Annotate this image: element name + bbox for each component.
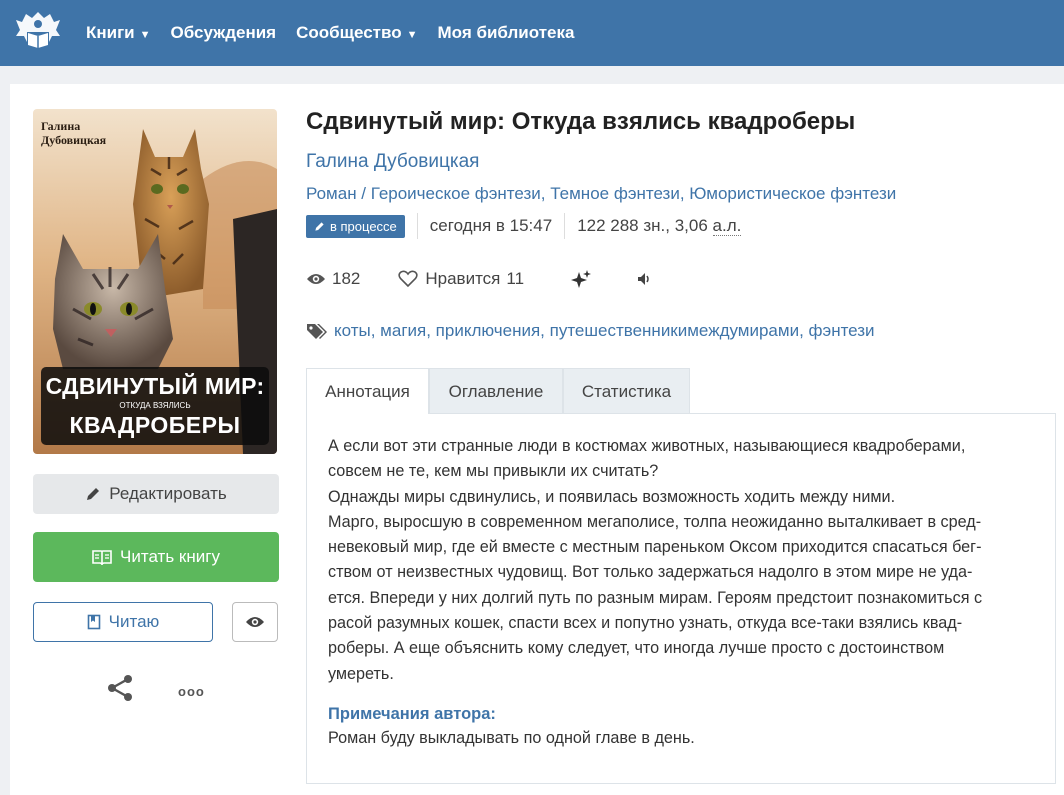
cover-title-line3: КВАДРОБЕРЫ [69,412,241,438]
book-size-unit: а.л. [712,216,742,236]
speaker-icon [638,273,649,285]
tag-link[interactable]: путешественникимеждумирами [550,321,799,341]
tab-contents[interactable]: Оглавление [429,368,563,414]
share-icon[interactable] [106,674,134,702]
updated-time: сегодня в 15:47 [429,216,553,235]
genre-form-link[interactable]: Роман [306,184,357,203]
genre-link[interactable]: Юмористическое фэнтези [689,184,896,203]
cover-author-first: Галина [41,119,81,133]
genre-link[interactable]: Темное фэнтези [550,184,680,203]
open-book-icon [92,549,112,565]
author-notes-heading: Примечания автора: [328,704,496,723]
tab-statistics-label: Статистика [581,381,672,401]
status-badge-label: в процессе [330,218,397,234]
tag-link[interactable]: приключения [436,321,540,341]
book-stats: 182 Нравится 11 [306,266,652,292]
book-size: 122 288 зн., 3,06 а.л. [577,216,742,236]
book-meta: в процессе сегодня в 15:47 122 288 зн., … [306,212,742,240]
like-button[interactable]: Нравится 11 [398,269,524,289]
watch-button[interactable] [232,602,278,642]
tag-link[interactable]: магия [380,321,426,341]
annotation-panel: А если вот эти странные люди в костюмах … [306,413,1056,784]
site-logo-icon[interactable] [14,10,62,56]
annotation-text: А если вот эти странные люди в костюмах … [328,437,983,683]
book-tabs: Аннотация Оглавление Статистика [306,368,690,415]
top-navbar: Книги ▼ Обсуждения Сообщество ▼ Моя библио… [0,0,1064,66]
nav-books-label: Книги [86,23,135,42]
heart-icon [398,270,419,288]
cover-author-last: Дубовицкая [41,133,107,147]
edit-button-label: Редактировать [109,484,227,503]
meta-divider [564,213,566,239]
genres-line: Роман / Героическое фэнтези, Темное фэнт… [306,184,897,203]
nav-discussions[interactable]: Обсуждения [171,23,277,43]
genre-separator: / [356,184,371,203]
nav-community-label: Сообщество [296,23,402,42]
tab-statistics[interactable]: Статистика [563,368,690,414]
author-notes-text: Роман буду выкладывать по одной главе в … [328,728,695,747]
views-counter: 182 [306,269,360,289]
nav-community[interactable]: Сообщество ▼ [296,23,417,43]
book-cover[interactable]: Галина Дубовицкая СДВИНУТЫЙ МИР: ОТКУДА … [33,109,277,454]
tab-annotation-label: Аннотация [325,381,410,401]
reading-status-button[interactable]: Читаю [33,602,213,642]
status-badge: в процессе [306,214,405,238]
tag-link[interactable]: фэнтези [809,321,875,341]
edit-button[interactable]: Редактировать [33,474,279,514]
eye-icon [307,274,325,284]
tags-icon [307,324,327,339]
likes-label: Нравится [425,269,501,288]
meta-divider [416,213,418,239]
cover-title: СДВИНУТЫЙ МИР: ОТКУДА ВЗЯЛИСЬ КВАДРОБЕРЫ [41,367,269,445]
tab-annotation[interactable]: Аннотация [306,368,429,415]
views-count: 182 [332,269,361,288]
read-book-label: Читать книгу [120,547,220,566]
cover-title-line2: ОТКУДА ВЗЯЛИСЬ [119,401,191,410]
reading-status-label: Читаю [108,612,160,631]
tags-line: коты, магия, приключения, путешественник… [306,318,875,344]
cover-title-line1: СДВИНУТЫЙ МИР: [45,373,265,399]
main-nav: Книги ▼ Обсуждения Сообщество ▼ Моя библио… [86,0,574,66]
book-title: Сдвинутый мир: Откуда взялись квадроберы [306,108,856,135]
cover-author: Галина Дубовицкая [41,119,106,147]
nav-discussions-label: Обсуждения [170,23,277,42]
more-options-button[interactable]: ooo [178,684,205,699]
eye-icon [245,615,265,629]
more-options-label: ooo [178,684,205,699]
nav-my-library[interactable]: Моя библиотека [438,23,575,43]
audio-button[interactable] [636,271,652,287]
nav-books[interactable]: Книги ▼ [86,23,151,43]
read-book-button[interactable]: Читать книгу [33,532,279,582]
pencil-icon [315,221,324,231]
pencil-icon [85,486,101,502]
bookmark-icon [87,614,101,630]
likes-count: 11 [506,269,525,288]
book-size-chars: 122 288 зн., 3,06 [577,216,713,235]
genre-link[interactable]: Героическое фэнтези [371,184,541,203]
book-author-link[interactable]: Галина Дубовицкая [306,151,479,173]
caret-down-icon: ▼ [139,29,151,41]
nav-my-library-label: Моя библиотека [437,23,575,42]
caret-down-icon: ▼ [406,29,418,41]
tab-contents-label: Оглавление [448,381,544,401]
award-button[interactable] [570,269,592,289]
sparkles-icon [571,270,592,288]
tag-link[interactable]: коты [334,321,371,341]
